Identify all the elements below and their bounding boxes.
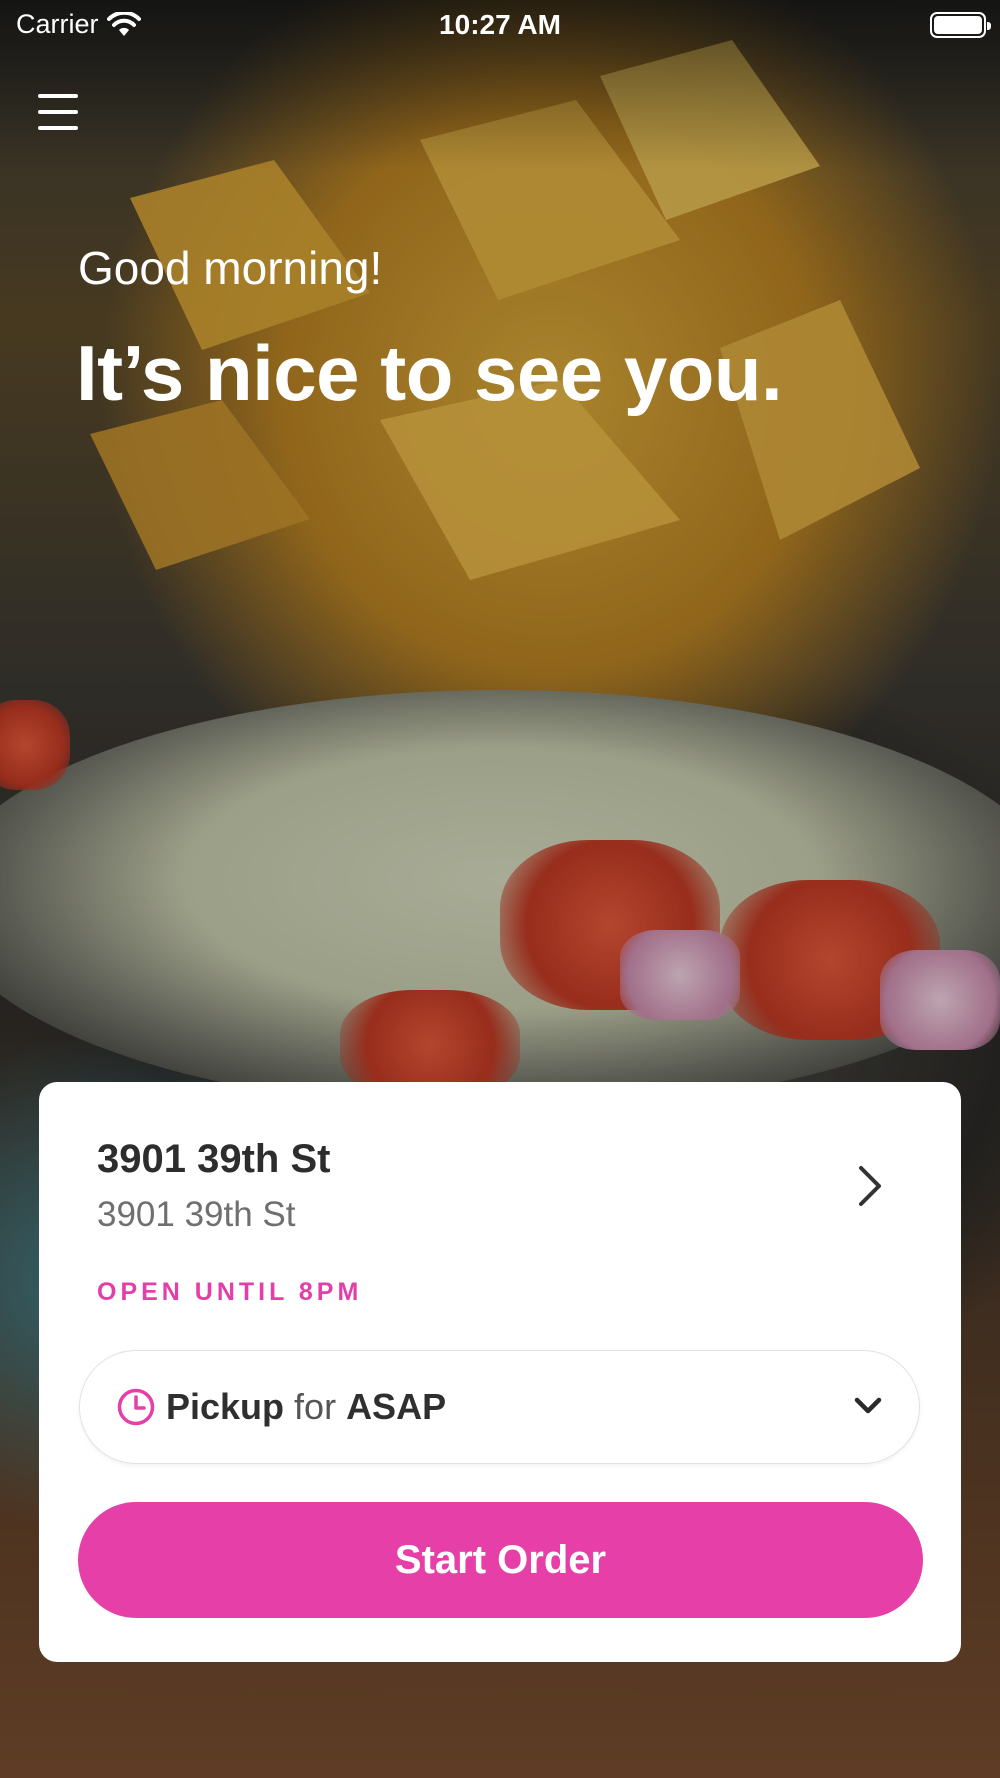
hamburger-menu-icon[interactable] [38, 94, 78, 130]
status-time: 10:27 AM [439, 9, 561, 40]
location-card: 3901 39th St 3901 39th St OPEN UNTIL 8PM… [39, 1082, 961, 1662]
battery-icon [930, 12, 991, 38]
greeting-text: Good morning! [78, 242, 383, 294]
order-time-label: ASAP [346, 1386, 447, 1427]
open-status-label: OPEN UNTIL 8PM [97, 1278, 363, 1306]
chevron-down-icon [854, 1397, 882, 1414]
order-mode-connector: for [294, 1386, 337, 1427]
location-selector[interactable]: 3901 39th St 3901 39th St [97, 1134, 913, 1244]
order-mode-text: Pickup for ASAP [166, 1386, 446, 1428]
headline-text: It’s nice to see you. [76, 329, 783, 417]
location-address: 3901 39th St [97, 1195, 296, 1234]
clock-icon [117, 1388, 155, 1426]
order-mode-dropdown[interactable]: Pickup for ASAP [79, 1350, 920, 1464]
start-order-button[interactable]: Start Order [78, 1502, 923, 1618]
chevron-right-icon [859, 1166, 881, 1206]
location-name: 3901 39th St [97, 1137, 331, 1181]
status-bar: Carrier 10:27 AM [0, 0, 1000, 50]
order-mode-label: Pickup [166, 1386, 285, 1427]
